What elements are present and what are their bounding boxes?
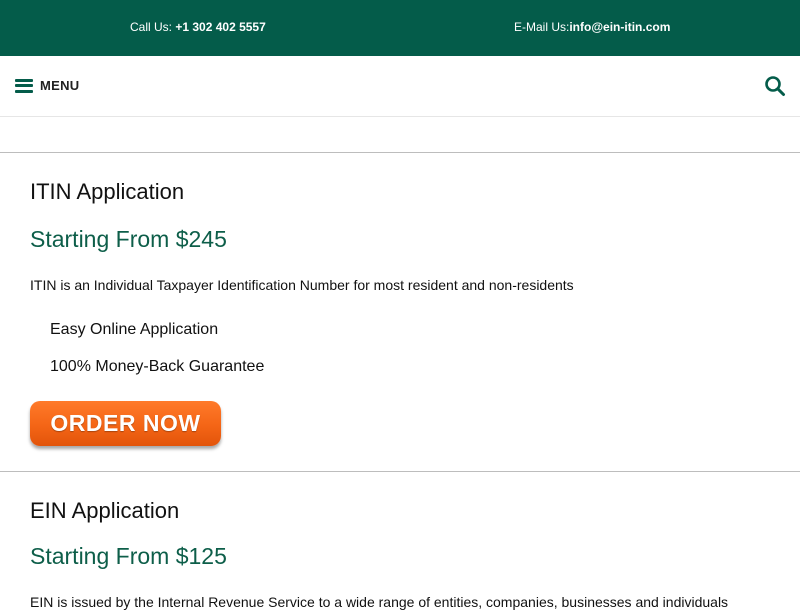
call-us-label: Call Us: [130,20,173,34]
call-us[interactable]: Call Us: +1 302 402 5557 [130,20,266,34]
search-icon[interactable] [764,75,786,97]
feature-item: 100% Money-Back Guarantee [50,358,265,375]
hamburger-icon[interactable] [15,78,33,93]
itin-section: ITIN Application Starting From $245 ITIN… [0,153,800,471]
menu-label[interactable]: MENU [40,78,79,93]
contact-topbar: Call Us: +1 302 402 5557 E-Mail Us:info@… [0,0,800,56]
ein-section: EIN Application Starting From $125 EIN i… [0,472,800,610]
section-title: ITIN Application [30,179,185,204]
menu-button[interactable]: MENU [15,78,79,93]
section-description: ITIN is an Individual Taxpayer Identific… [30,277,574,293]
email-us[interactable]: E-Mail Us:info@ein-itin.com [514,20,670,34]
order-now-button[interactable]: ORDER NOW [30,401,221,446]
phone-number[interactable]: +1 302 402 5557 [175,20,265,34]
email-address[interactable]: info@ein-itin.com [569,20,670,34]
price-label: Starting From $125 [30,543,227,569]
price-label: Starting From $245 [30,226,227,252]
feature-item: Easy Online Application [50,321,219,338]
search-button[interactable] [764,75,786,97]
email-us-label: E-Mail Us: [514,20,570,34]
section-title: EIN Application [30,498,180,523]
main-navbar: MENU [0,56,800,117]
section-description: EIN is issued by the Internal Revenue Se… [30,594,729,610]
